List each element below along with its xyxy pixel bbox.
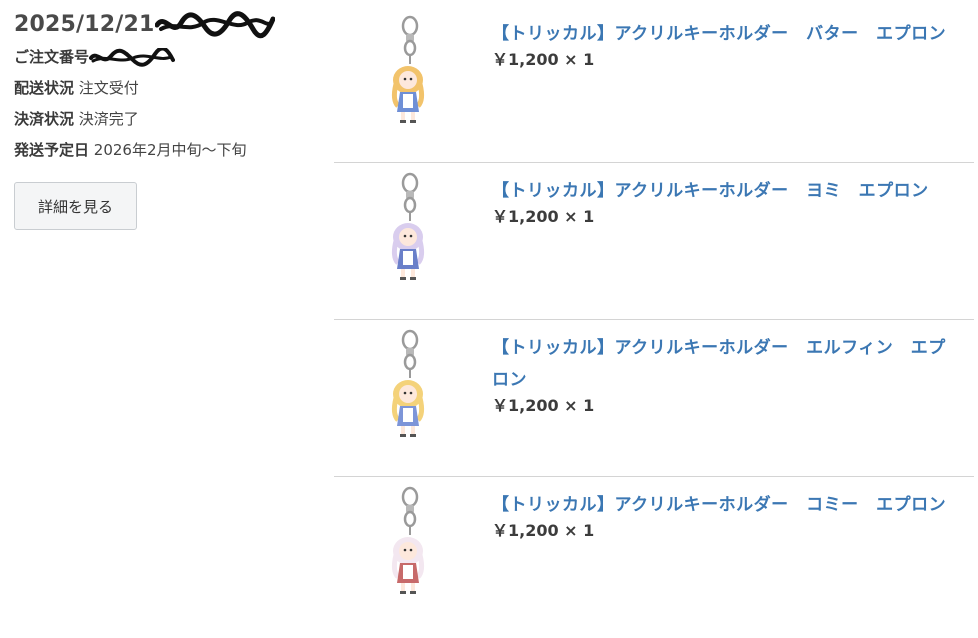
keychain-image <box>391 329 425 437</box>
product-price: ￥1,200 × 1 <box>492 207 595 226</box>
view-details-button[interactable]: 詳細を見る <box>14 182 137 230</box>
order-history-page: 2025/12/21 ご注文番号 配送状況 注文受付 決済状況 決済完了 発送予… <box>0 0 978 638</box>
redacted-scribble <box>89 47 176 67</box>
item-info: 【トリッカル】アクリルキーホルダー ヨミ エプロン ￥1,200 × 1 <box>492 175 962 231</box>
shipping-status-value: 注文受付 <box>78 79 139 97</box>
item-info: 【トリッカル】アクリルキーホルダー エルフィン エプロン ￥1,200 × 1 <box>492 332 962 420</box>
list-item: 【トリッカル】アクリルキーホルダー エルフィン エプロン ￥1,200 × 1 <box>334 320 974 477</box>
product-price: ￥1,200 × 1 <box>492 396 595 415</box>
item-info: 【トリッカル】アクリルキーホルダー コミー エプロン ￥1,200 × 1 <box>492 489 962 545</box>
ship-date-row: 発送予定日 2026年2月中旬〜下旬 <box>14 135 324 166</box>
order-date: 2025/12/21 <box>14 8 324 42</box>
product-image[interactable] <box>348 328 438 468</box>
list-item: 【トリッカル】アクリルキーホルダー バター エプロン ￥1,200 × 1 <box>334 6 974 163</box>
order-number-label: ご注文番号 <box>14 48 90 66</box>
keychain-image <box>391 15 425 123</box>
payment-status-value: 決済完了 <box>78 110 139 128</box>
ship-date-value: 2026年2月中旬〜下旬 <box>93 141 247 159</box>
ship-date-label: 発送予定日 <box>14 141 90 159</box>
payment-status-label: 決済状況 <box>14 110 75 128</box>
keychain-image <box>391 172 425 280</box>
product-title-link[interactable]: 【トリッカル】アクリルキーホルダー エルフィン エプロン <box>492 332 962 396</box>
payment-status-row: 決済状況 決済完了 <box>14 104 324 135</box>
list-item: 【トリッカル】アクリルキーホルダー コミー エプロン ￥1,200 × 1 <box>334 477 974 633</box>
item-info: 【トリッカル】アクリルキーホルダー バター エプロン ￥1,200 × 1 <box>492 18 962 74</box>
product-price: ￥1,200 × 1 <box>492 50 595 69</box>
keychain-image <box>391 486 425 594</box>
shipping-status-row: 配送状況 注文受付 <box>14 73 324 104</box>
product-image[interactable] <box>348 14 438 154</box>
product-image[interactable] <box>348 171 438 311</box>
redacted-scribble <box>154 11 275 39</box>
product-price: ￥1,200 × 1 <box>492 521 595 540</box>
order-summary: 2025/12/21 ご注文番号 配送状況 注文受付 決済状況 決済完了 発送予… <box>14 8 324 166</box>
order-number-row: ご注文番号 <box>14 42 324 73</box>
order-items-list: 【トリッカル】アクリルキーホルダー バター エプロン ￥1,200 × 1 【ト… <box>334 6 974 633</box>
list-item: 【トリッカル】アクリルキーホルダー ヨミ エプロン ￥1,200 × 1 <box>334 163 974 320</box>
shipping-status-label: 配送状況 <box>14 79 75 97</box>
product-image[interactable] <box>348 485 438 625</box>
